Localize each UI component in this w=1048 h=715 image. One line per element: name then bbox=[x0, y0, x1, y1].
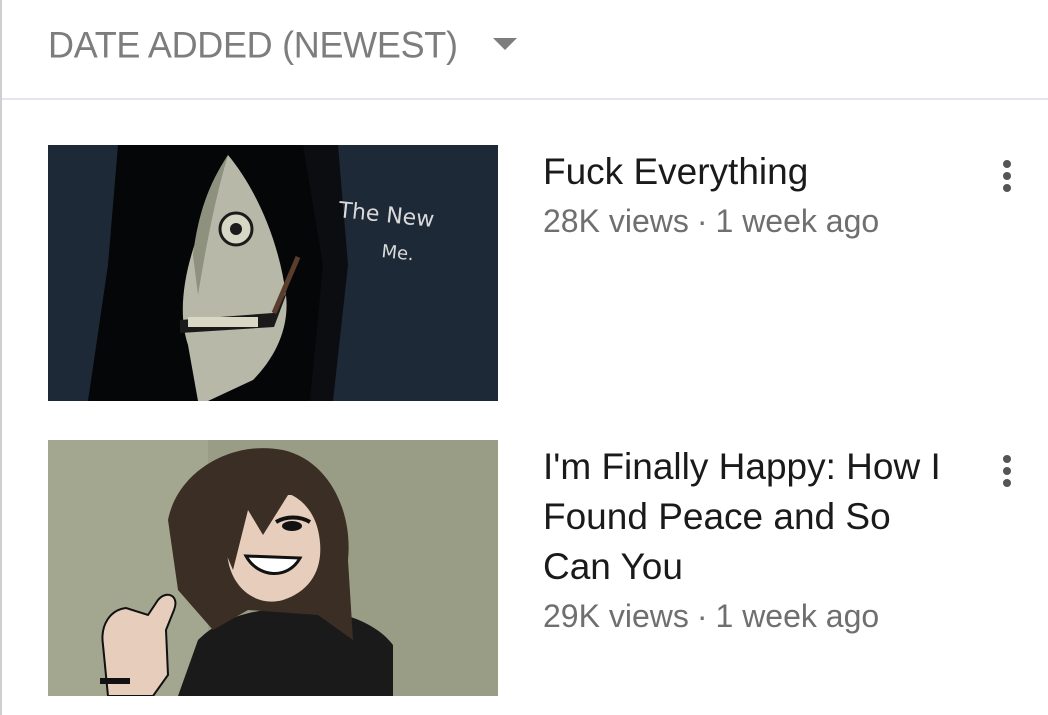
upload-age: 1 week ago bbox=[715, 203, 880, 239]
view-count: 29K views bbox=[543, 598, 689, 634]
video-thumbnail[interactable] bbox=[48, 440, 498, 696]
video-title[interactable]: I'm Finally Happy: How I Found Peace and… bbox=[543, 442, 963, 592]
screen: DATE ADDED (NEWEST) The New Me. Fuck Eve… bbox=[0, 0, 1048, 715]
video-meta: 28K views · 1 week ago bbox=[543, 203, 879, 240]
thumbnail-caption-line-2: Me. bbox=[380, 241, 414, 265]
sort-dropdown-label[interactable]: DATE ADDED (NEWEST) bbox=[48, 23, 458, 66]
view-count: 28K views bbox=[543, 203, 689, 239]
thumbnail-illustration: The New Me. bbox=[48, 145, 498, 401]
more-vert-icon[interactable] bbox=[992, 157, 1022, 201]
video-title[interactable]: Fuck Everything bbox=[543, 147, 963, 197]
video-thumbnail[interactable]: The New Me. bbox=[48, 145, 498, 401]
video-list-item[interactable]: The New Me. Fuck Everything 28K views · 1 … bbox=[2, 145, 1048, 401]
upload-age: 1 week ago bbox=[715, 598, 880, 634]
video-list-item[interactable]: I'm Finally Happy: How I Found Peace and… bbox=[2, 440, 1048, 696]
sort-bar[interactable]: DATE ADDED (NEWEST) bbox=[2, 0, 1048, 100]
meta-separator: · bbox=[696, 203, 708, 239]
thumbnail-illustration bbox=[48, 440, 498, 696]
video-meta: 29K views · 1 week ago bbox=[543, 598, 879, 635]
meta-separator: · bbox=[696, 598, 708, 634]
more-vert-icon[interactable] bbox=[992, 452, 1022, 496]
caret-down-icon[interactable] bbox=[493, 38, 517, 50]
